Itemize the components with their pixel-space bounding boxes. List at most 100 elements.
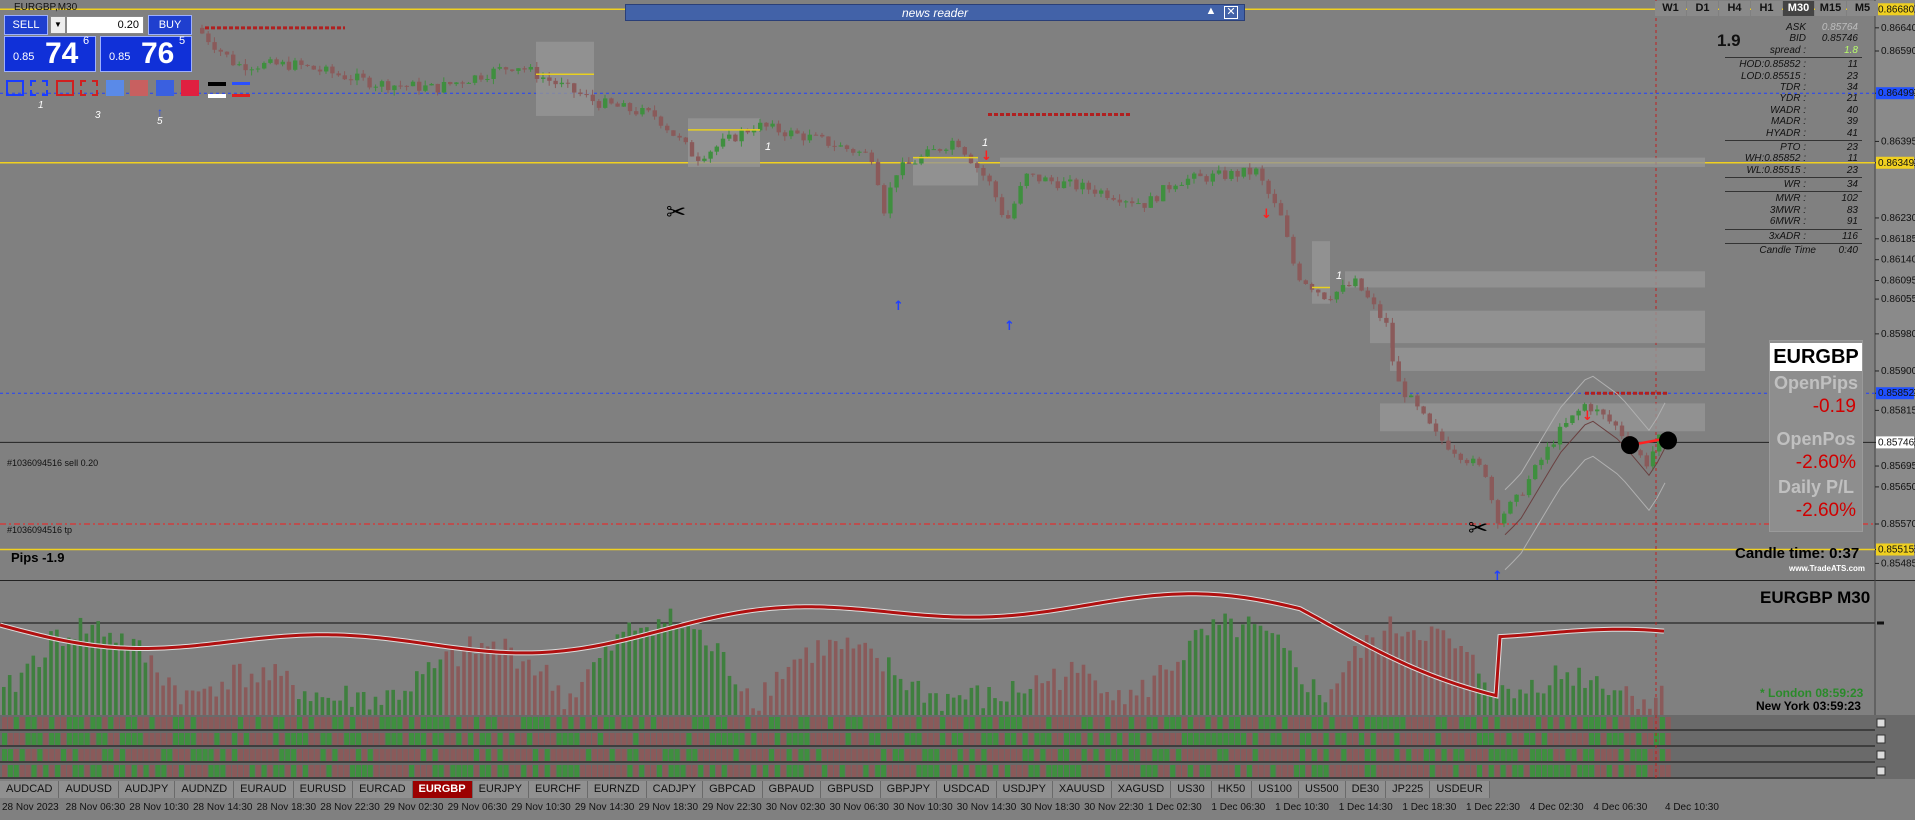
price-chart[interactable]: 0.866800.866400.865900.864990.863950.863… [0,0,1915,580]
candle-body [1520,494,1525,496]
strength-strips [0,715,1915,779]
symbol-tab-usdeur[interactable]: USDEUR [1430,781,1490,798]
symbol-tab-eurusd[interactable]: EURUSD [293,781,354,798]
strip-cell [1270,765,1276,777]
symbol-tab-us30[interactable]: US30 [1171,781,1212,798]
lot-stepper[interactable]: ▼ [50,16,66,34]
candle-body [1446,440,1451,450]
buy-button[interactable]: BUY [148,15,192,35]
line-black-tool-icon[interactable] [208,82,226,86]
timeframe-w1[interactable]: W1 [1655,1,1686,16]
strip-cell [751,765,757,777]
price-tick-label: 0.85980 [1881,329,1915,340]
sell-button[interactable]: SELL [4,15,48,35]
line-blue-tool-icon[interactable] [232,82,250,85]
news-reader-bar[interactable]: news reader ▲ ✕ [625,4,1245,21]
symbol-tab-hk50[interactable]: HK50 [1211,781,1253,798]
strip-cell [1583,765,1589,777]
symbol-tab-de30[interactable]: DE30 [1345,781,1387,798]
strip-cell [1152,717,1158,729]
strip-cell [1370,733,1376,745]
strip-cell [533,717,538,729]
symbol-tab-eurjpy[interactable]: EURJPY [472,781,529,798]
symbol-tab-us100[interactable]: US100 [1252,781,1299,798]
symbol-tab-eurgbp[interactable]: EURGBP [412,781,473,798]
volume-bar [1229,618,1233,715]
timeframe-m5[interactable]: M5 [1847,1,1878,16]
symbol-tab-audjpy[interactable]: AUDJPY [118,781,176,798]
volume-bar [285,670,289,715]
line-white-tool-icon[interactable] [208,94,226,98]
close-icon[interactable]: ✕ [1224,6,1238,19]
strip-cell [1052,749,1058,761]
timeframe-m15[interactable]: M15 [1815,1,1846,16]
rect-tool-icon[interactable] [6,80,24,96]
symbol-tab-audcad[interactable]: AUDCAD [0,781,60,798]
strip-cell [981,765,987,777]
red-fill-tool-icon[interactable] [130,80,148,96]
candle-body [807,134,812,141]
bid-quote[interactable]: 0.85 74 6 [4,35,96,72]
timeframe-h4[interactable]: H4 [1719,1,1750,16]
strip-cell [450,749,456,761]
strip-cell [149,717,155,729]
open-pips-value: -0.19 [1812,396,1856,417]
symbol-tab-xagusd[interactable]: XAGUSD [1111,781,1172,798]
candle-body [355,73,360,81]
symbol-tab-us500[interactable]: US500 [1298,781,1346,798]
symbol-tab-cadjpy[interactable]: CADJPY [646,781,704,798]
strip-cell [887,717,892,729]
strip-cell [1665,749,1671,761]
strip-cell [1246,717,1252,729]
symbol-tab-eurchf[interactable]: EURCHF [528,781,588,798]
symbol-tab-gbpaud[interactable]: GBPAUD [762,781,822,798]
oscillator-panel[interactable] [0,580,1915,715]
symbol-tab-eurnzd[interactable]: EURNZD [587,781,647,798]
symbol-tab-gbpjpy[interactable]: GBPJPY [880,781,938,798]
strip-cell [2,765,7,777]
strip-cell [527,733,533,745]
strip-cell [485,749,491,761]
collapse-up-icon[interactable]: ▲ [1204,5,1218,17]
candle-body [1533,465,1538,480]
candle-body [1570,415,1575,424]
strip-cell [1134,765,1140,777]
strip-cell [491,733,497,745]
info-row: TDR :34 [1725,82,1862,93]
symbol-tab-gbpcad[interactable]: GBPCAD [703,781,763,798]
symbol-tab-xauusd[interactable]: XAUUSD [1052,781,1112,798]
blue-solid-tool-icon[interactable] [156,80,174,96]
symbol-tab-eurcad[interactable]: EURCAD [353,781,413,798]
timeframe-h1[interactable]: H1 [1751,1,1782,16]
timeframe-m30[interactable]: M30 [1783,1,1814,16]
symbol-tab-usdcad[interactable]: USDCAD [937,781,997,798]
lot-size-input[interactable]: 0.20 [66,16,144,34]
symbol-tab-audusd[interactable]: AUDUSD [59,781,119,798]
strip-cell [934,749,940,761]
ask-quote[interactable]: 0.85 76 5 [100,35,192,72]
red-rect-tool-icon[interactable] [56,80,74,96]
strip-cell [1359,765,1364,777]
symbol-tab-usdjpy[interactable]: USDJPY [996,781,1053,798]
symbol-tab-gbpusd[interactable]: GBPUSD [821,781,881,798]
price-tick-label: 0.85570 [1881,519,1915,530]
symbol-tab-audnzd[interactable]: AUDNZD [175,781,235,798]
strip-cell [1453,733,1459,745]
red-solid-tool-icon[interactable] [181,80,199,96]
strip-cell [1565,733,1571,745]
volume-bar [1246,616,1251,715]
line-red-tool-icon[interactable] [232,94,250,97]
blue-fill-tool-icon[interactable] [106,80,124,96]
symbol-tab-jp225[interactable]: JP225 [1386,781,1431,798]
strip-cell [633,717,639,729]
price-tick-label: 0.85815 [1881,405,1915,416]
info-separator [1725,177,1862,179]
dashed-rect-tool-icon[interactable] [30,80,48,96]
symbol-tab-euraud[interactable]: EURAUD [234,781,294,798]
strip-cell [261,733,267,745]
strip-cell [1058,733,1064,745]
strip-cell [786,733,792,745]
timeframe-d1[interactable]: D1 [1687,1,1718,16]
red-dashed-rect-tool-icon[interactable] [80,80,98,96]
strip-cell [131,765,137,777]
